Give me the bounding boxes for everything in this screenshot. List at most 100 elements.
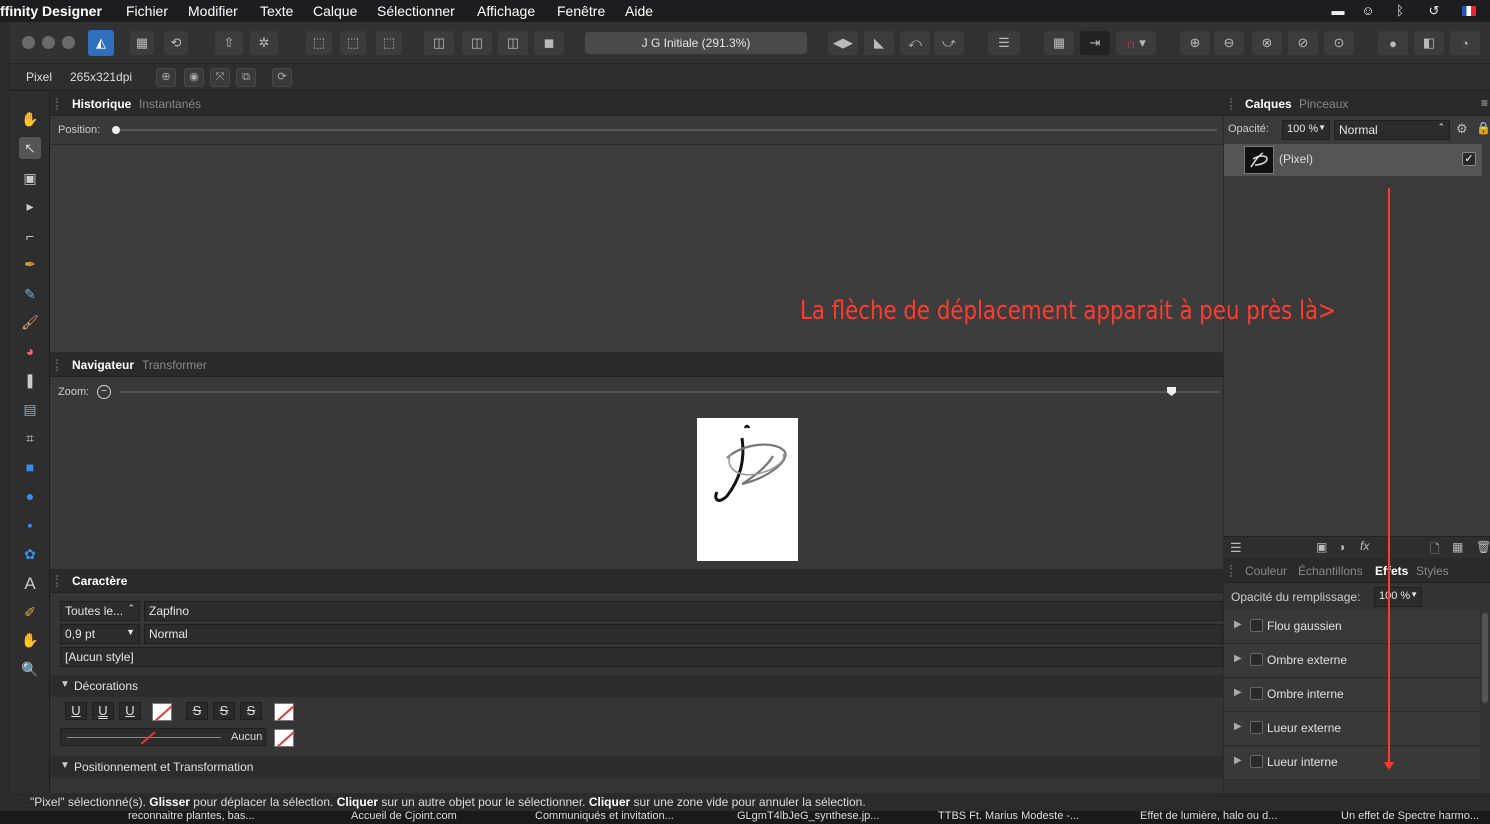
share-icon[interactable]: ⇧ — [215, 31, 243, 55]
menu-modifier[interactable]: Modifier — [188, 3, 238, 19]
panel-grip[interactable] — [1230, 565, 1234, 577]
grid-icon[interactable]: ▦ — [1044, 31, 1074, 55]
layer-visibility-checkbox[interactable]: ✓ — [1462, 152, 1476, 166]
align-icon[interactable]: ☰ — [988, 31, 1020, 55]
effect-checkbox[interactable] — [1250, 619, 1263, 632]
shape-tool-icon[interactable]: ✿ — [19, 543, 41, 565]
layer-row[interactable]: (Pixel) ✓ — [1224, 144, 1482, 176]
underline-double-button[interactable]: U — [92, 702, 114, 720]
effect-checkbox[interactable] — [1250, 721, 1263, 734]
window-zoom-button[interactable] — [62, 36, 75, 49]
effect-checkbox[interactable] — [1250, 687, 1263, 700]
designer-persona-icon[interactable]: ◭ — [88, 30, 114, 56]
strike-single-button[interactable]: S — [186, 702, 208, 720]
line-color-swatch[interactable] — [274, 729, 294, 747]
layer-name[interactable]: (Pixel) — [1279, 152, 1313, 166]
insert-front-icon[interactable]: ◫ — [462, 31, 492, 55]
font-collection-select[interactable]: Toutes le... ⌃ — [60, 601, 140, 621]
pen-tool-icon[interactable]: ✒ — [19, 253, 41, 275]
unit-label[interactable]: Pixel — [26, 70, 52, 84]
tab-item[interactable]: Effet de lumière, halo ou d... — [1140, 810, 1277, 822]
decorations-section-header[interactable]: ▼ Décorations — [50, 675, 1223, 697]
position-slider[interactable] — [112, 129, 1217, 131]
boolean-xor-icon[interactable]: ⊘ — [1288, 31, 1318, 55]
pencil-tool-icon[interactable]: ✎ — [19, 283, 41, 305]
zoom-out-icon[interactable]: − — [97, 385, 111, 399]
tab-couleur[interactable]: Couleur — [1245, 564, 1287, 578]
underline-single-button[interactable]: U — [65, 702, 87, 720]
effect-checkbox[interactable] — [1250, 653, 1263, 666]
panel-grip[interactable] — [1230, 98, 1234, 110]
effect-row-lueur-externe[interactable]: ▶ Lueur externe — [1224, 712, 1480, 746]
layers-stack-icon[interactable]: ☰ — [1230, 540, 1242, 556]
zoom-knob[interactable] — [1167, 387, 1176, 396]
move-tool-icon[interactable]: ↖ — [19, 137, 41, 159]
tab-instantanes[interactable]: Instantanés — [139, 97, 201, 111]
effect-row-ombre-externe[interactable]: ▶ Ombre externe — [1224, 644, 1480, 678]
fill-tool-icon[interactable]: ◕ — [19, 340, 41, 362]
brush-tool-icon[interactable]: 🖌 — [19, 311, 41, 333]
tab-item[interactable]: Un effet de Spectre harmo... — [1341, 810, 1479, 822]
move-back-icon[interactable]: ◫ — [498, 31, 528, 55]
snap-icon[interactable]: ⇥ — [1080, 31, 1110, 55]
opacity-field[interactable]: 100 % ▼ — [1282, 120, 1330, 140]
tab-caractere[interactable]: Caractère — [72, 574, 127, 588]
blend-mode-select[interactable]: Normal ⌃ — [1334, 120, 1450, 140]
layer-settings-icon[interactable]: ⚙ — [1456, 121, 1468, 137]
boolean-add-icon[interactable]: ⊕ — [1180, 31, 1210, 55]
effect-checkbox[interactable] — [1250, 755, 1263, 768]
tab-navigateur[interactable]: Navigateur — [72, 358, 134, 372]
menu-affichage[interactable]: Affichage — [477, 3, 535, 19]
menu-aide[interactable]: Aide — [625, 3, 653, 19]
transparency-tool-icon[interactable]: ❚ — [19, 369, 41, 391]
geometry-subtract-icon[interactable]: ◧ — [1414, 31, 1444, 55]
mask-icon[interactable]: ▣ — [1316, 540, 1327, 554]
tab-pinceaux[interactable]: Pinceaux — [1299, 97, 1348, 111]
tab-styles[interactable]: Styles — [1416, 564, 1449, 578]
tab-historique[interactable]: Historique — [72, 97, 131, 111]
rotation-box-icon[interactable]: ⬚ — [376, 31, 402, 55]
trash-icon[interactable]: 🗑 — [1476, 540, 1490, 554]
font-size-field[interactable]: 0,9 pt ▼ — [60, 624, 140, 644]
rotate-left-icon[interactable]: ⤺ — [900, 31, 930, 55]
text-style-field[interactable]: [Aucun style] — [60, 647, 1223, 667]
artboard-tool-icon[interactable]: ▣ — [19, 167, 41, 189]
selection-box-icon[interactable]: ⬚ — [306, 31, 332, 55]
dpi-label[interactable]: 265x321dpi — [70, 70, 132, 84]
bluetooth-icon[interactable]: ᛒ — [1392, 3, 1408, 19]
view-tool-icon[interactable]: ✋ — [19, 108, 41, 130]
document-title[interactable]: J G Initiale (291.3%) — [585, 32, 807, 54]
window-minimize-button[interactable] — [42, 36, 55, 49]
navigator-preview[interactable] — [697, 418, 798, 561]
rectangle-tool-icon[interactable]: ■ — [19, 456, 41, 478]
boolean-intersect-icon[interactable]: ⊗ — [1252, 31, 1282, 55]
effect-row-flou-gaussien[interactable]: ▶ Flou gaussien — [1224, 610, 1480, 644]
effect-row-lueur-interne[interactable]: ▶ Lueur interne — [1224, 746, 1480, 780]
fit-icon[interactable]: ⤧ — [210, 68, 230, 87]
menu-fichier[interactable]: Fichier — [126, 3, 168, 19]
geometry-intersect-icon[interactable]: ◔ — [1450, 31, 1480, 55]
font-weight-field[interactable]: Normal — [144, 624, 1223, 644]
lock-icon[interactable]: 🔒 — [1476, 121, 1490, 135]
corner-tool-icon[interactable]: ⌐ — [19, 225, 41, 247]
fill-opacity-field[interactable]: 100 % ▼ — [1374, 587, 1422, 607]
boolean-divide-icon[interactable]: ⊙ — [1324, 31, 1354, 55]
accessibility-icon[interactable]: ☺ — [1360, 3, 1376, 19]
line-style-field[interactable]: Aucun — [60, 728, 266, 746]
panel-grip[interactable] — [56, 98, 60, 110]
resize-icon[interactable]: ⧉ — [236, 68, 256, 87]
strike-thick-button[interactable]: S — [240, 702, 262, 720]
effects-scrollbar[interactable] — [1482, 613, 1488, 703]
flip-horizontal-icon[interactable]: ◀▶ — [828, 31, 858, 55]
underline-thick-button[interactable]: U — [119, 702, 141, 720]
insert-behind-icon[interactable]: ◫ — [424, 31, 454, 55]
tab-item[interactable]: GLgmT4lbJeG_synthese.jp... — [737, 810, 879, 822]
flag-icon[interactable] — [1462, 6, 1476, 16]
rotate-right-icon[interactable]: ⤻ — [934, 31, 964, 55]
eye-icon[interactable]: ◉ — [184, 68, 204, 87]
replace-image-icon[interactable]: ⟳ — [272, 68, 292, 87]
app-menu[interactable]: ffinity Designer — [0, 3, 102, 19]
ellipse-tool-icon[interactable]: ● — [19, 485, 41, 507]
text-tool-icon[interactable]: A — [19, 573, 41, 595]
notification-icon[interactable]: ▬ — [1330, 3, 1346, 19]
